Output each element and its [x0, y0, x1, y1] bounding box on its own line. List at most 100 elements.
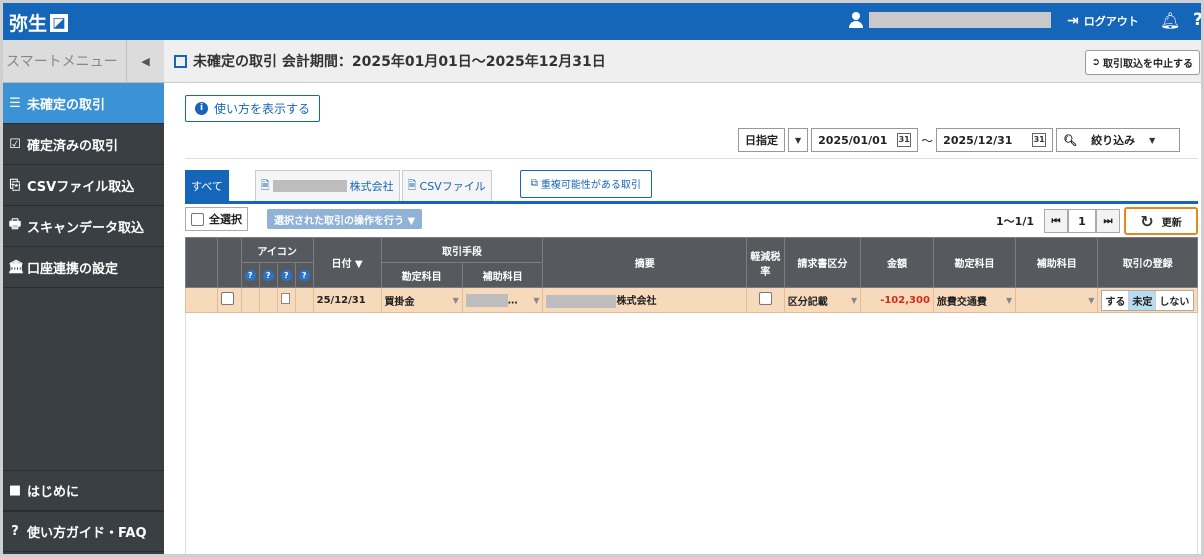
title-bar: 未確定の取引 会計期間：2025年01月01日～2025年12月31日 [164, 40, 1201, 83]
sidebar-item-label: スキャンデータ取込 [27, 220, 145, 236]
header-method: 取引手段 [380, 237, 544, 263]
row-select-checkbox[interactable] [216, 287, 242, 313]
logout-label: ログアウト [1083, 15, 1139, 28]
page-count: 1～1/1 [996, 215, 1034, 228]
help-icon[interactable]: ? [258, 262, 278, 288]
register-no-button[interactable]: しない [1156, 291, 1192, 310]
bulk-action-button[interactable]: 選択された取引の操作を行う ▼ [267, 209, 423, 229]
date-from-input[interactable]: 2025/01/01 31 [811, 128, 919, 152]
row-amount[interactable]: -102,300 [860, 287, 934, 313]
row-account-select[interactable]: 旅費交通費 ▼ [932, 287, 1017, 313]
row-invoice-select[interactable]: 区分記載 ▼ [783, 287, 862, 313]
register-pending-button[interactable]: 未定 [1129, 290, 1157, 310]
stop-import-button[interactable]: ➲ 取引取込を中止する [1084, 50, 1200, 75]
app-window: 弥生 ◪ ⇥ ログアウト 🔔︎ ? スマートメニュー ◀ ☰ 未確定の取引 ☑ … [0, 0, 1204, 557]
header-sub-account: 補助科目 [1015, 237, 1099, 288]
logout-icon: ⇥ [1067, 13, 1079, 29]
chevron-down-icon: ▼ [1088, 295, 1095, 305]
help-icon[interactable]: ? [240, 262, 260, 288]
header-reduced-tax: 軽減税率 [745, 237, 785, 288]
date-mode-dropdown[interactable]: ▼ [788, 128, 809, 152]
checkbox-icon [220, 292, 234, 305]
summary-suffix: 株式会社 [616, 296, 657, 308]
source-tabs: すべて 🗎 株式会社 🗎 CSVファイル ⧉ 重複可能性がある取引 [185, 168, 652, 201]
date-to-value: 2025/12/31 [943, 133, 1013, 147]
row-icon-cell [240, 287, 260, 313]
method-account-value: 買掛金 [384, 296, 415, 308]
row-icon-cell [258, 287, 278, 313]
refresh-button[interactable]: ↻ 更新 [1124, 207, 1198, 235]
header-check [216, 237, 242, 288]
tab-company-label: 株式会社 [349, 180, 394, 193]
row-sub-account-select[interactable]: ▼ [1015, 287, 1099, 313]
tab-underline [185, 201, 1198, 204]
duplicate-transactions-button[interactable]: ⧉ 重複可能性がある取引 [519, 169, 652, 198]
collapse-sidebar-button[interactable]: ◀ [126, 39, 164, 83]
table-header-row: アイコン 日付 ▼ 取引手段 摘要 軽減税率 請求書区分 金額 勘定科目 補助科… [185, 237, 1198, 288]
file-icon: 🗎 [407, 178, 417, 192]
sidebar-item-guide-faq[interactable]: ? 使い方ガイド・FAQ [3, 511, 164, 552]
scanner-icon: 🖶 [8, 217, 22, 232]
select-all-checkbox[interactable]: 全選択 [185, 207, 248, 231]
sidebar-item-label: 使い方ガイド・FAQ [27, 526, 147, 541]
top-bar: 弥生 ◪ ⇥ ログアウト 🔔︎ ? [3, 3, 1201, 40]
row-blank [185, 287, 218, 313]
chevron-down-icon: ▼ [533, 295, 540, 305]
sidebar-item-label: 確定済みの取引 [27, 138, 119, 154]
header-blank [185, 237, 218, 288]
show-howto-button[interactable]: i 使い方を表示する [185, 95, 321, 122]
info-icon: i [195, 102, 208, 115]
calendar-icon[interactable]: 31 [897, 133, 912, 147]
file-import-icon: ⎘ [9, 177, 21, 193]
date-mode-select[interactable]: 日指定 [738, 128, 785, 152]
table-row[interactable]: 25/12/31 買掛金▼ …▼ 株式会社 区分記載▼ -102,300 [185, 287, 1198, 313]
logout-button[interactable]: ⇥ ログアウト [1067, 13, 1139, 29]
file-icon [280, 293, 290, 304]
page-number-input[interactable]: 1 [1068, 209, 1096, 233]
sidebar-item-account-link[interactable]: 🏛 口座連携の設定 [3, 247, 164, 288]
tab-company[interactable]: 🗎 株式会社 [254, 170, 400, 201]
row-icon-cell [294, 287, 314, 313]
tab-csv-label: CSVファイル [419, 180, 486, 193]
row-reduced-tax-checkbox[interactable] [745, 287, 785, 313]
tab-all[interactable]: すべて [185, 170, 229, 201]
sidebar-item-label: はじめに [27, 485, 80, 500]
header-invoice: 請求書区分 [783, 237, 862, 288]
date-to-input[interactable]: 2025/12/31 31 [936, 128, 1054, 152]
row-method-sub-select[interactable]: … ▼ [461, 287, 544, 313]
header-date[interactable]: 日付 ▼ [312, 237, 382, 288]
tab-csv-file[interactable]: 🗎 CSVファイル [401, 170, 492, 201]
search-icon: 🔍︎ [1063, 133, 1078, 147]
register-yes-button[interactable]: する [1102, 290, 1130, 310]
bell-icon[interactable]: 🔔︎ [1160, 11, 1180, 30]
sidebar-item-getting-started[interactable]: ■ はじめに [3, 470, 164, 511]
help-icon[interactable]: ? [276, 262, 296, 288]
narrow-filter-button[interactable]: 🔍︎ 絞り込み ▼ [1056, 128, 1181, 152]
row-summary[interactable]: 株式会社 [542, 287, 747, 313]
invoice-value: 区分記載 [787, 296, 828, 308]
sidebar-item-unconfirmed[interactable]: ☰ 未確定の取引 [3, 83, 164, 124]
calendar-icon[interactable]: 31 [1032, 133, 1047, 147]
sidebar-item-label: 口座連携の設定 [27, 261, 119, 277]
chevron-down-icon: ▼ [795, 135, 802, 145]
header-register: 取引の登録 [1097, 237, 1198, 288]
account-value: 旅費交通費 [936, 296, 987, 308]
sidebar-item-label: CSVファイル取込 [27, 179, 135, 195]
date-filter: 日指定 ▼ 2025/01/01 31 ～ 2025/12/31 31 🔍︎ 絞… [738, 128, 1181, 152]
help-icon[interactable]: ? [1193, 10, 1201, 30]
row-method-account-select[interactable]: 買掛金 ▼ [380, 287, 463, 313]
help-icon[interactable]: ? [294, 262, 314, 288]
narrow-filter-label: 絞り込み [1091, 134, 1136, 147]
main-content: 未確定の取引 会計期間：2025年01月01日～2025年12月31日 ➲ 取引… [164, 40, 1201, 554]
header-amount: 金額 [860, 237, 934, 288]
pager: 1～1/1 ⏮ 1 ⏭ ↻ 更新 [996, 207, 1198, 235]
sidebar-item-csv-import[interactable]: ⎘ CSVファイル取込 [3, 165, 164, 206]
sidebar-item-scan-import[interactable]: 🖶 スキャンデータ取込 [3, 206, 164, 247]
sidebar-item-confirmed[interactable]: ☑ 確定済みの取引 [3, 124, 164, 165]
company-name-redacted [272, 180, 347, 192]
yayoi-logo[interactable]: 弥生 ◪ [9, 9, 69, 36]
last-page-button[interactable]: ⏭ [1096, 209, 1120, 233]
sidebar-bottom: ■ はじめに ? 使い方ガイド・FAQ [3, 470, 164, 552]
select-all-label: 全選択 [209, 213, 242, 226]
first-page-button[interactable]: ⏮ [1044, 209, 1068, 233]
